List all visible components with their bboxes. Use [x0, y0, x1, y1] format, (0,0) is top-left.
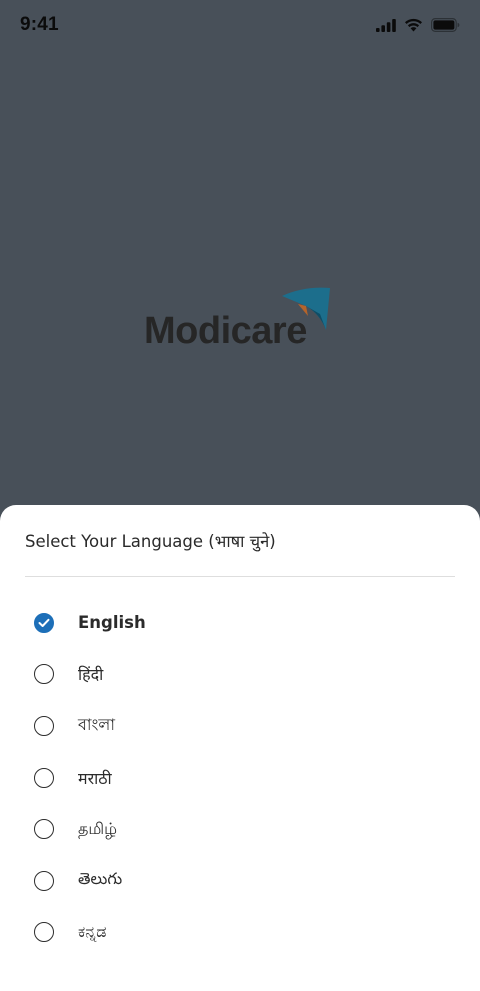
divider — [25, 576, 455, 577]
language-label: தமிழ் — [78, 818, 118, 838]
language-options: English हिंदी বাংলা मराठी தமிழ் తెలుగు ಕ… — [25, 597, 455, 958]
radio-unchecked-icon[interactable] — [34, 767, 54, 788]
radio-unchecked-icon[interactable] — [34, 870, 54, 891]
cellular-signal-icon — [376, 18, 396, 32]
logo-mark-icon — [282, 287, 330, 330]
language-label: मराठी — [78, 768, 112, 788]
language-option-marathi[interactable]: मराठी — [25, 752, 455, 804]
status-bar: 9:41 — [0, 0, 480, 50]
language-option-tamil[interactable]: தமிழ் — [25, 803, 455, 855]
radio-unchecked-icon[interactable] — [34, 819, 54, 840]
sheet-title: Select Your Language (भाषा चुने) — [25, 532, 276, 551]
battery-icon — [431, 18, 460, 32]
wifi-icon — [405, 18, 422, 32]
modicare-logo: Modicare — [144, 284, 336, 354]
language-label: বাংলা — [78, 715, 115, 735]
language-option-kannada[interactable]: ಕನ್ನಡ — [25, 907, 455, 959]
language-bottom-sheet: Select Your Language (भाषा चुने) English… — [0, 505, 480, 991]
language-label: ಕನ್ನಡ — [78, 922, 107, 942]
language-label: English — [78, 613, 146, 633]
language-option-telugu[interactable]: తెలుగు — [25, 855, 455, 907]
language-label: हिंदी — [78, 665, 104, 685]
language-option-english[interactable]: English — [25, 597, 455, 649]
language-option-bengali[interactable]: বাংলা — [25, 700, 455, 752]
checkmark-icon — [38, 618, 50, 627]
radio-checked-icon[interactable] — [34, 612, 54, 633]
language-label: తెలుగు — [78, 869, 123, 889]
radio-unchecked-icon[interactable] — [34, 715, 54, 736]
status-icons — [376, 18, 460, 32]
status-time: 9:41 — [20, 14, 59, 35]
radio-unchecked-icon[interactable] — [34, 922, 54, 943]
radio-unchecked-icon[interactable] — [34, 664, 54, 685]
language-option-hindi[interactable]: हिंदी — [25, 649, 455, 701]
